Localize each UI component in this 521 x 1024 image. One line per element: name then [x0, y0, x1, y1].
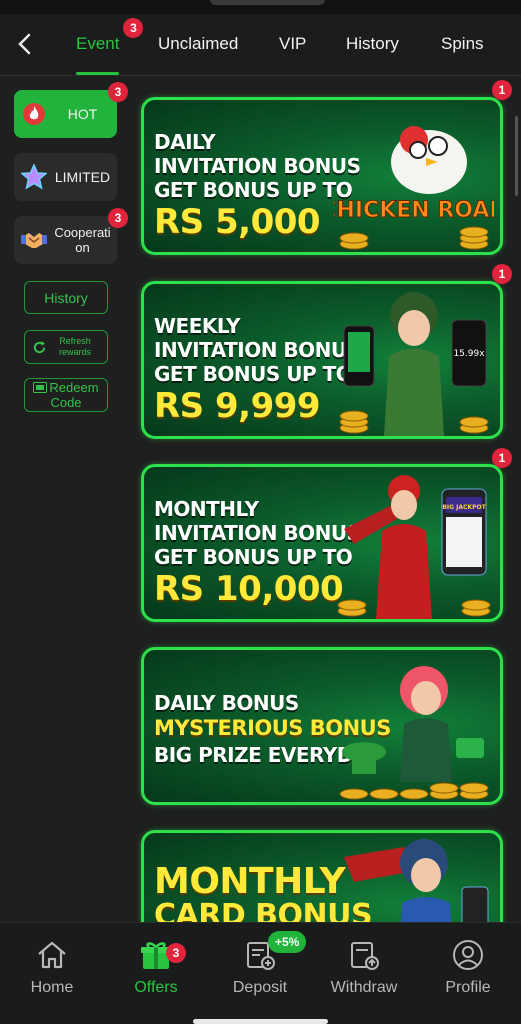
- category-limited[interactable]: LIMITED: [14, 153, 117, 201]
- home-indicator[interactable]: [193, 1019, 328, 1024]
- daily-bonus-banner[interactable]: DAILY BONUS MYSTERIOUS BONUS BIG PRIZE E…: [141, 647, 503, 805]
- nav-label: Deposit: [232, 979, 288, 996]
- tab-badge: 3: [123, 18, 144, 38]
- banner-badge: 1: [492, 448, 512, 468]
- nav-deposit[interactable]: Deposit +5%: [210, 931, 310, 1007]
- profile-icon: [450, 937, 486, 973]
- weekly-invitation-banner[interactable]: WEEKLY INVITATION BONUS GET BONUS UP TO …: [141, 281, 503, 439]
- handshake-icon: [20, 226, 48, 254]
- banner-amount: RS 9,999: [154, 386, 321, 426]
- banner-line: INVITATION BONUS: [154, 521, 361, 545]
- tab-history[interactable]: History: [346, 14, 399, 74]
- banner-line: GET BONUS UP TO: [154, 362, 353, 386]
- scrollbar-thumb[interactable]: [515, 116, 518, 196]
- category-label: LIMITED: [54, 168, 111, 185]
- banner-line: WEEKLY: [154, 314, 241, 338]
- redeem-label-line2: Code: [50, 395, 82, 410]
- top-tab-bar: Event 3 Unclaimed VIP History Spins: [0, 14, 521, 76]
- redeem-code-button[interactable]: Redeem Code: [24, 378, 108, 412]
- flame-icon: [20, 100, 48, 128]
- active-tab-indicator: [76, 72, 120, 75]
- category-hot[interactable]: HOT 3: [14, 82, 128, 138]
- category-badge: 3: [108, 208, 128, 228]
- category-sidebar: HOT 3 LIMITED Cooperati on 3 History Ref…: [0, 76, 135, 922]
- banner-amount: RS 10,000: [154, 569, 344, 609]
- nav-home[interactable]: Home: [2, 937, 102, 1007]
- nav-label: Home: [30, 979, 74, 996]
- nav-profile[interactable]: Profile: [418, 937, 518, 1007]
- nav-badge: 3: [166, 943, 186, 963]
- banner-line: INVITATION BONUS: [154, 338, 361, 362]
- ticket-icon: [33, 382, 48, 393]
- banner-line: INVITATION BONUS: [154, 154, 361, 178]
- bonus-percent-badge: +5%: [268, 931, 307, 953]
- camera-notch: [210, 0, 325, 5]
- banner-line: MONTHLY: [154, 861, 346, 902]
- chicken-road-art: CHICKEN ROAD: [320, 102, 500, 252]
- refresh-icon: [33, 340, 46, 354]
- art-caption: CHICKEN ROAD: [334, 198, 494, 223]
- status-bar: [0, 0, 521, 14]
- art-caption: BIG JACKPOT: [442, 504, 486, 511]
- tab-label: Unclaimed: [158, 34, 239, 53]
- history-button[interactable]: History: [24, 281, 108, 314]
- pink-hair-girl-art: [334, 652, 494, 802]
- bottom-navigation: Home Offers 3 Deposit +5% Withdraw Profi…: [0, 922, 521, 1024]
- tab-label: History: [346, 34, 399, 53]
- banner-line: DAILY: [154, 130, 216, 154]
- red-pilot-girl-art: BIG JACKPOT: [334, 469, 494, 619]
- chevron-left-icon: [18, 33, 31, 55]
- refresh-rewards-button[interactable]: Refresh rewards: [24, 330, 108, 364]
- category-badge: 3: [108, 82, 128, 102]
- tab-spins[interactable]: Spins: [441, 14, 484, 74]
- category-cooperation[interactable]: Cooperati on 3: [14, 208, 128, 264]
- nav-withdraw[interactable]: Withdraw: [314, 937, 414, 1007]
- nav-offers[interactable]: Offers 3: [106, 937, 206, 1007]
- tab-unclaimed[interactable]: Unclaimed: [158, 14, 238, 74]
- tab-label: VIP: [279, 34, 307, 53]
- nav-label: Offers: [134, 979, 178, 996]
- monthly-invitation-banner[interactable]: MONTHLY INVITATION BONUS GET BONUS UP TO…: [141, 464, 503, 622]
- pilot-girl-art: 15.99x: [334, 286, 494, 436]
- banner-amount: RS 5,000: [154, 202, 321, 242]
- home-icon: [34, 937, 70, 973]
- star-icon: [20, 163, 48, 191]
- category-label: HOT: [67, 105, 98, 122]
- art-caption: 15.99x: [453, 349, 485, 359]
- withdraw-icon: [346, 937, 382, 973]
- tab-vip[interactable]: VIP: [279, 14, 306, 74]
- banner-line: GET BONUS UP TO: [154, 178, 353, 202]
- banner-line: DAILY BONUS: [154, 691, 299, 715]
- nav-label: Withdraw: [330, 979, 398, 996]
- category-label: Cooperati on: [54, 225, 111, 255]
- banner-line: MONTHLY: [154, 497, 259, 521]
- daily-invitation-banner[interactable]: DAILY INVITATION BONUS GET BONUS UP TO R…: [141, 97, 503, 255]
- back-button[interactable]: [10, 28, 38, 60]
- banner-line: GET BONUS UP TO: [154, 545, 353, 569]
- nav-label: Profile: [445, 979, 491, 996]
- banner-badge: 1: [492, 264, 512, 284]
- tab-event[interactable]: Event 3: [76, 14, 144, 75]
- tab-label: Spins: [441, 34, 484, 53]
- refresh-label: Refresh rewards: [58, 336, 91, 357]
- tab-label: Event: [76, 34, 120, 53]
- banner-badge: 1: [492, 80, 512, 100]
- redeem-label: Redeem: [49, 380, 99, 395]
